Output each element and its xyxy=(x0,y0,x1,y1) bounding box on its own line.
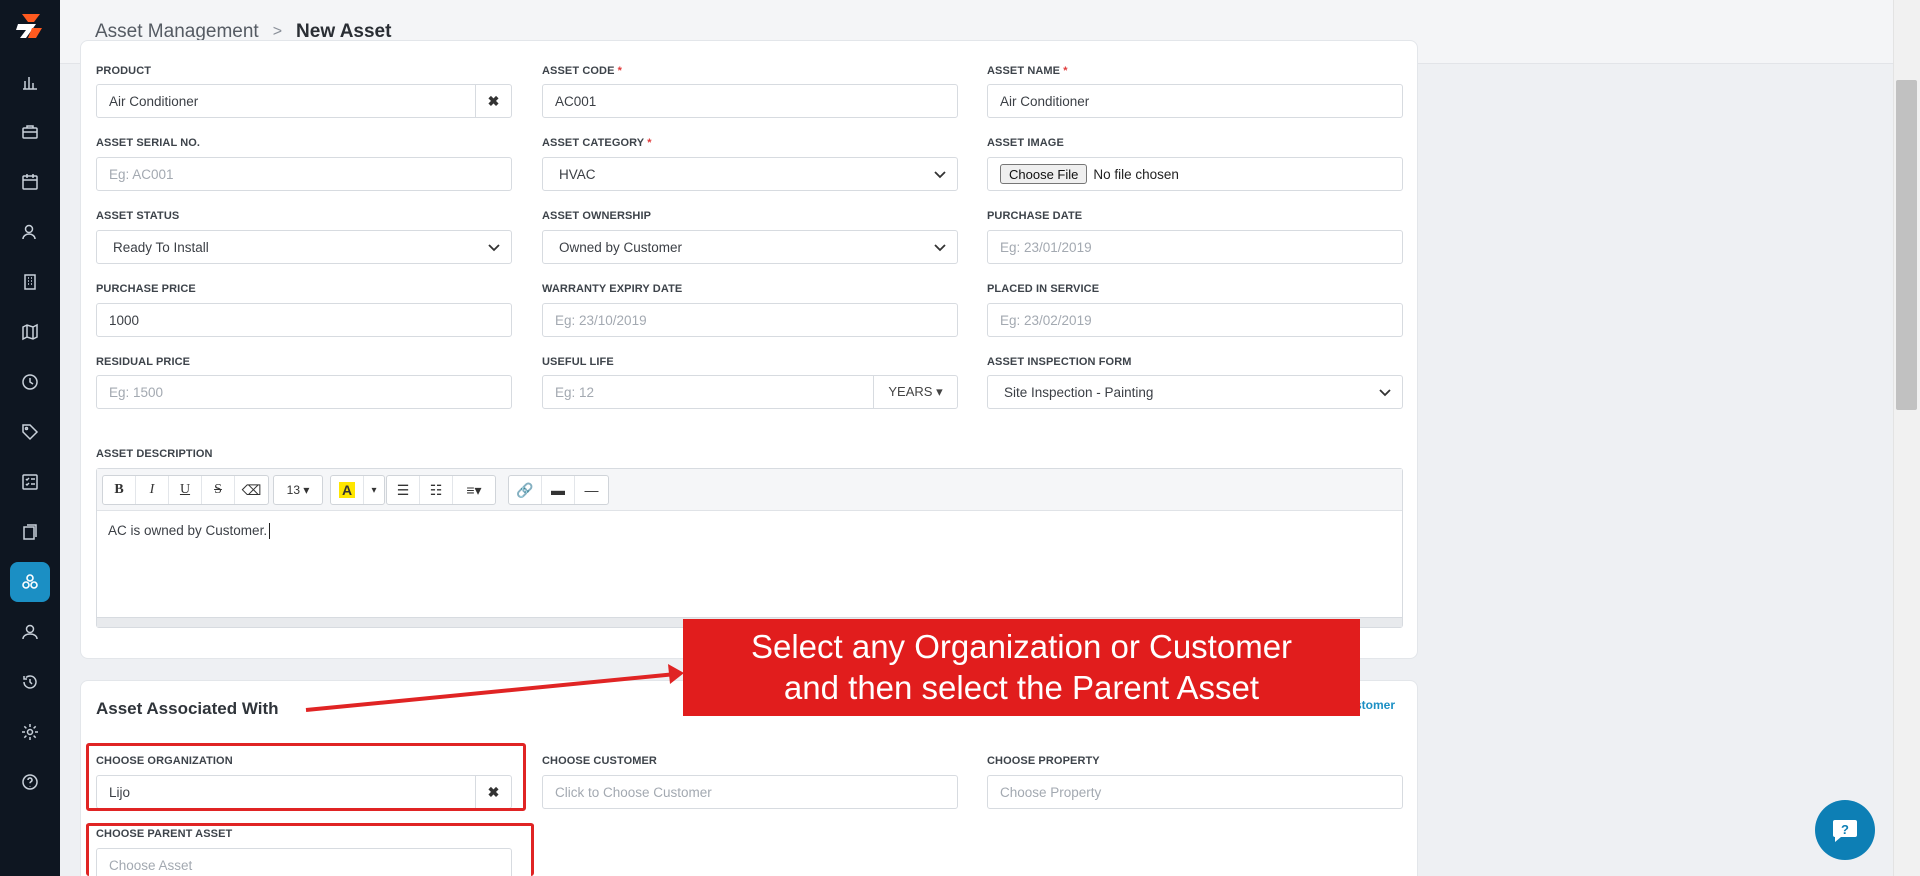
app-logo-icon[interactable] xyxy=(14,10,46,42)
property-label: CHOOSE PROPERTY xyxy=(987,755,1100,767)
format-group: B I U S ⌫ xyxy=(102,475,269,505)
list-group: ☰ ☷ ≡▾ xyxy=(386,475,496,505)
bar-chart-icon[interactable] xyxy=(10,62,50,102)
warranty-input[interactable]: Eg: 23/10/2019 xyxy=(542,303,958,337)
calendar-icon[interactable] xyxy=(10,162,50,202)
sidebar xyxy=(0,0,60,876)
font-size-group: 13 ▾ xyxy=(273,475,323,505)
ownership-select[interactable]: Owned by Customer xyxy=(542,230,958,264)
customer-field[interactable]: Click to Choose Customer xyxy=(542,775,958,809)
help-icon[interactable] xyxy=(10,762,50,802)
chevron-down-icon xyxy=(1379,389,1391,397)
annotation-arrow xyxy=(305,664,684,712)
product-clear-icon[interactable]: ✖ xyxy=(475,85,511,117)
underline-icon[interactable]: U xyxy=(169,476,202,504)
user-search-icon[interactable] xyxy=(10,212,50,252)
purchase-date-input[interactable]: Eg: 23/01/2019 xyxy=(987,230,1403,264)
purchase-date-label: PURCHASE DATE xyxy=(987,210,1083,222)
add-customer-link[interactable]: stomer xyxy=(1355,698,1395,712)
category-label: ASSET CATEGORY * xyxy=(542,137,652,149)
warranty-label: WARRANTY EXPIRY DATE xyxy=(542,283,683,295)
customer-label: CHOOSE CUSTOMER xyxy=(542,755,657,767)
briefcase-icon[interactable] xyxy=(10,112,50,152)
placed-in-service-input[interactable]: Eg: 23/02/2019 xyxy=(987,303,1403,337)
inspection-form-select[interactable]: Site Inspection - Painting xyxy=(987,375,1403,409)
chat-support-button[interactable]: ? xyxy=(1815,800,1875,860)
building-icon[interactable] xyxy=(10,262,50,302)
horizontal-rule-icon[interactable]: — xyxy=(575,476,608,504)
callout-line-1: Select any Organization or Customer xyxy=(750,628,1293,665)
ownership-label: ASSET OWNERSHIP xyxy=(542,210,652,222)
product-field[interactable]: Air Conditioner ✖ xyxy=(96,84,512,118)
chat-icon: ? xyxy=(1833,820,1857,842)
purchase-price-input[interactable]: 1000 xyxy=(96,303,512,337)
link-icon[interactable]: 🔗 xyxy=(509,476,542,504)
useful-life-input[interactable]: Eg: 12 YEARS ▾ xyxy=(542,375,958,409)
asset-name-label: ASSET NAME * xyxy=(987,65,1068,77)
residual-price-input[interactable]: Eg: 1500 xyxy=(96,375,512,409)
section-title: Asset Associated With xyxy=(96,699,279,718)
callout-line-2: and then select the Parent Asset xyxy=(783,669,1260,706)
asset-image-label: ASSET IMAGE xyxy=(987,137,1064,149)
inspection-form-label: ASSET INSPECTION FORM xyxy=(987,356,1132,368)
strikethrough-icon[interactable]: S xyxy=(202,476,235,504)
asset-code-label: ASSET CODE * xyxy=(542,65,623,77)
align-dropdown-icon[interactable]: ≡▾ xyxy=(453,476,495,504)
purchase-price-label: PURCHASE PRICE xyxy=(96,283,196,295)
checklist-icon[interactable] xyxy=(10,462,50,502)
assets-icon[interactable] xyxy=(10,562,50,602)
chevron-down-icon xyxy=(488,244,500,252)
asset-status-select[interactable]: Ready To Install xyxy=(96,230,512,264)
svg-text:?: ? xyxy=(1841,822,1849,837)
bold-icon[interactable]: B xyxy=(103,476,136,504)
color-group: A ▾ xyxy=(330,475,385,505)
asset-code-input[interactable]: AC001 xyxy=(542,84,958,118)
parent-asset-highlight-box xyxy=(86,823,534,876)
map-icon[interactable] xyxy=(10,312,50,352)
residual-price-label: RESIDUAL PRICE xyxy=(96,356,191,368)
asset-status-label: ASSET STATUS xyxy=(96,210,180,222)
property-field[interactable]: Choose Property xyxy=(987,775,1403,809)
italic-icon[interactable]: I xyxy=(136,476,169,504)
chevron-down-icon xyxy=(934,171,946,179)
bullet-list-icon[interactable]: ☰ xyxy=(387,476,420,504)
color-dropdown-icon[interactable]: ▾ xyxy=(364,476,384,504)
product-label: PRODUCT xyxy=(96,65,152,77)
chevron-down-icon xyxy=(934,244,946,252)
user-icon[interactable] xyxy=(10,612,50,652)
tag-icon[interactable] xyxy=(10,412,50,452)
scrollbar-thumb[interactable] xyxy=(1896,80,1917,410)
clock-icon[interactable] xyxy=(10,362,50,402)
annotation-callout: Select any Organization or Customer and … xyxy=(683,619,1360,716)
product-value: Air Conditioner xyxy=(109,93,199,109)
numbered-list-icon[interactable]: ☷ xyxy=(420,476,453,504)
useful-life-label: USEFUL LIFE xyxy=(542,356,614,368)
history-icon[interactable] xyxy=(10,662,50,702)
breadcrumb-separator: > xyxy=(272,22,283,40)
description-label: ASSET DESCRIPTION xyxy=(96,448,213,460)
eraser-icon[interactable]: ⌫ xyxy=(235,476,268,504)
serial-no-input[interactable]: Eg: AC001 xyxy=(96,157,512,191)
serial-no-label: ASSET SERIAL NO. xyxy=(96,137,201,149)
editor-content[interactable]: AC is owned by Customer. xyxy=(97,511,1402,551)
highlight-color-icon[interactable]: A xyxy=(331,476,364,504)
editor-toolbar: B I U S ⌫ 13 ▾ A ▾ ☰ ☷ ≡▾ 🔗 ▬ — xyxy=(97,469,1402,511)
category-select[interactable]: HVAC xyxy=(542,157,958,191)
documents-icon[interactable] xyxy=(10,512,50,552)
gear-icon[interactable] xyxy=(10,712,50,752)
asset-image-file-input[interactable]: Choose File No file chosen xyxy=(987,157,1403,191)
media-icon[interactable]: ▬ xyxy=(542,476,575,504)
description-editor: B I U S ⌫ 13 ▾ A ▾ ☰ ☷ ≡▾ 🔗 ▬ — AC is ow… xyxy=(96,468,1403,628)
file-status: No file chosen xyxy=(1093,166,1179,182)
organization-highlight-box xyxy=(86,743,526,811)
font-size-dropdown[interactable]: 13 ▾ xyxy=(274,476,322,504)
choose-file-button[interactable]: Choose File xyxy=(1000,164,1088,184)
placed-in-service-label: PLACED IN SERVICE xyxy=(987,283,1100,295)
useful-life-unit-dropdown[interactable]: YEARS ▾ xyxy=(873,376,957,408)
insert-group: 🔗 ▬ — xyxy=(508,475,609,505)
asset-name-input[interactable]: Air Conditioner xyxy=(987,84,1403,118)
